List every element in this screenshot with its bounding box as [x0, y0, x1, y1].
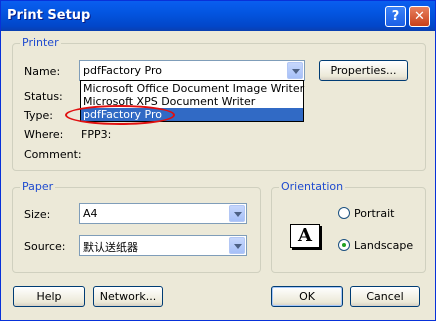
network-button[interactable]: Network...: [93, 286, 163, 307]
paper-source-value: 默认送纸器: [83, 241, 138, 254]
chevron-down-icon[interactable]: [287, 62, 303, 79]
properties-button[interactable]: Properties...: [319, 60, 408, 81]
where-value: FPP3:: [81, 128, 112, 141]
printer-option[interactable]: Microsoft Office Document Image Writer: [81, 82, 304, 95]
chevron-down-icon[interactable]: [229, 237, 245, 254]
ok-button[interactable]: OK: [271, 286, 343, 307]
source-label: Source:: [24, 240, 66, 253]
title-bar: Print Setup ? ✕: [1, 1, 435, 31]
printer-name-select[interactable]: pdfFactory Pro: [79, 60, 305, 81]
type-label: Type:: [24, 109, 53, 122]
window-title: Print Setup: [7, 8, 91, 23]
where-label: Where:: [24, 128, 64, 141]
cancel-button[interactable]: Cancel: [350, 286, 420, 307]
chevron-down-icon[interactable]: [229, 205, 245, 222]
paper-size-value: A4: [83, 207, 98, 220]
landscape-label[interactable]: Landscape: [354, 239, 413, 252]
print-setup-dialog: Print Setup ? ✕ Printer Name: pdfFactory…: [0, 0, 436, 321]
printer-name-value: pdfFactory Pro: [83, 64, 162, 77]
portrait-radio[interactable]: [338, 207, 350, 219]
help-button[interactable]: Help: [13, 286, 85, 307]
paper-legend: Paper: [20, 180, 56, 193]
orientation-legend: Orientation: [279, 180, 346, 193]
paper-source-select[interactable]: 默认送纸器: [79, 235, 247, 256]
help-title-button[interactable]: ?: [385, 6, 406, 27]
printer-legend: Printer: [20, 36, 61, 49]
size-label: Size:: [24, 208, 51, 221]
portrait-label[interactable]: Portrait: [354, 207, 394, 220]
landscape-radio[interactable]: [338, 239, 350, 251]
status-label: Status:: [24, 90, 63, 103]
close-button[interactable]: ✕: [409, 6, 430, 27]
comment-label: Comment:: [24, 148, 82, 161]
paper-group: Paper: [12, 180, 261, 273]
paper-size-select[interactable]: A4: [79, 203, 247, 224]
red-annotation-ellipse: [65, 105, 175, 125]
landscape-page-icon: A: [290, 224, 320, 248]
name-label: Name:: [24, 65, 61, 78]
